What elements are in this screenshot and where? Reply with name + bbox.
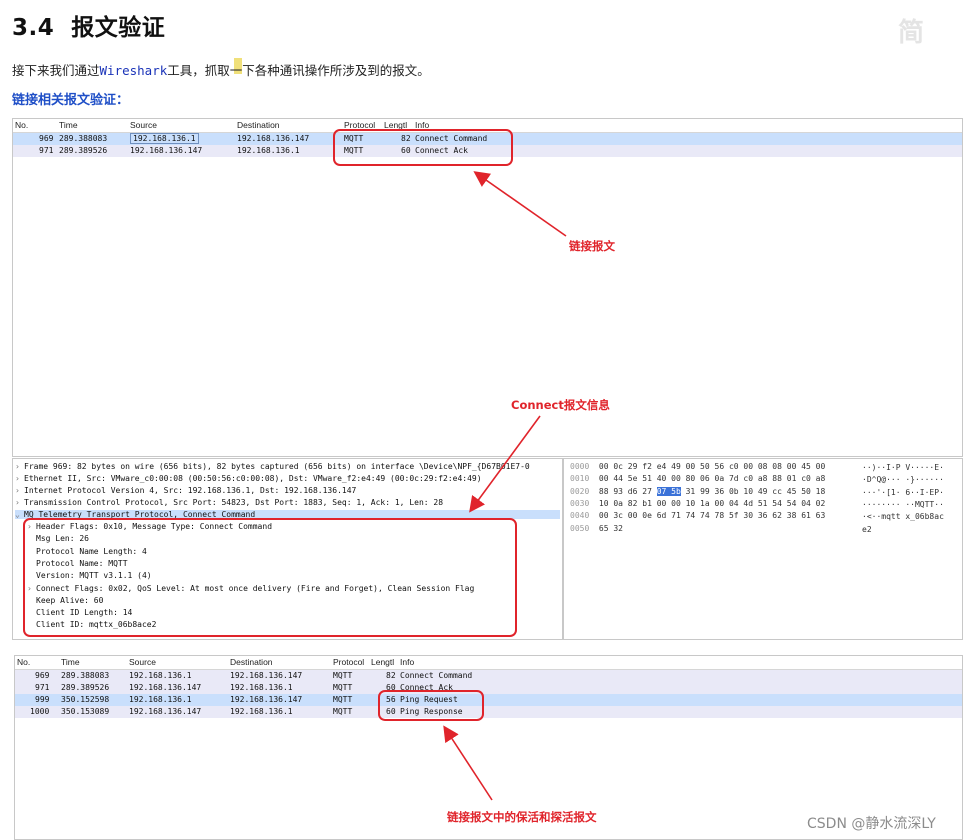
arrow-connect-info: [469, 415, 541, 513]
annotation-arrows: [443, 171, 567, 801]
arrow-ping-packets: [443, 725, 493, 801]
annotation-connect-packets: 链接报文: [566, 237, 618, 255]
annotation-keepalive-packets: 链接报文中的保活和探活报文: [444, 808, 600, 826]
arrow-connect-packets: [473, 171, 567, 237]
credit-watermark: CSDN @静水流深LY: [807, 816, 936, 832]
annotation-connect-info: Connect报文信息: [508, 396, 613, 414]
